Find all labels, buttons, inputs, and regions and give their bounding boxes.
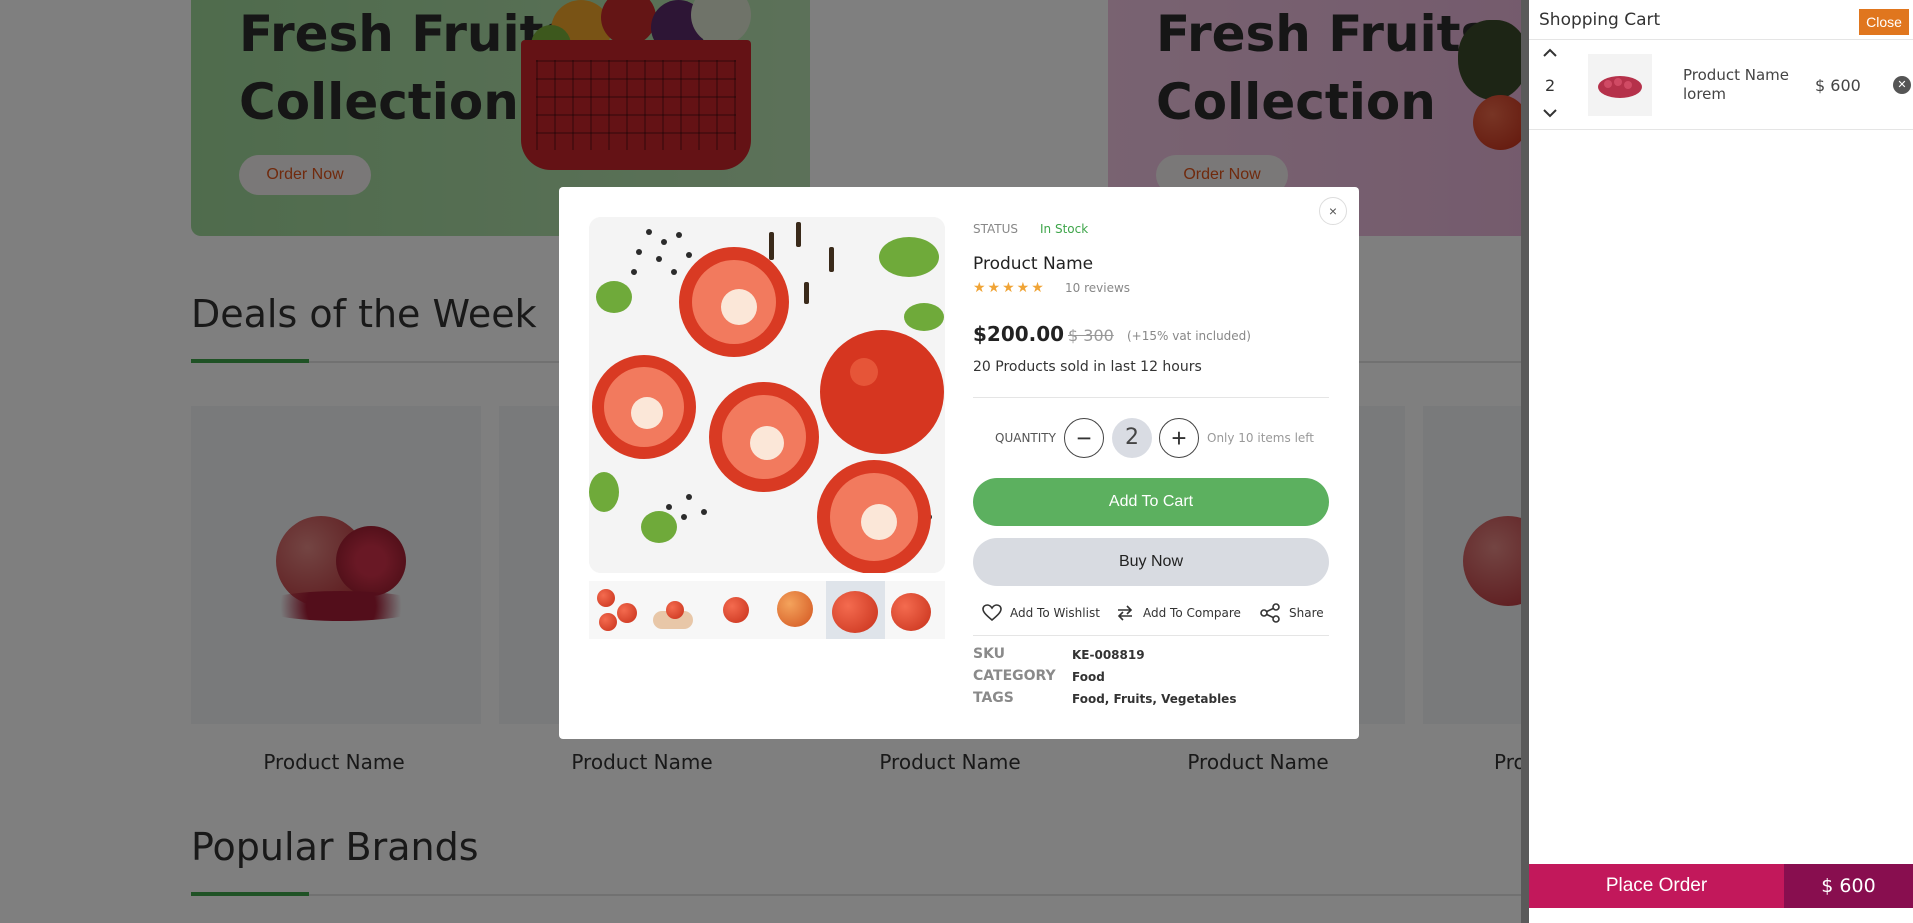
category-value[interactable]: Food (1072, 670, 1105, 684)
category-label: CATEGORY (973, 668, 1056, 684)
thumbnail-selected[interactable] (826, 581, 886, 639)
remove-item-icon[interactable]: ✕ (1893, 76, 1911, 94)
shopping-cart-panel: Shopping Cart Close 2 Product Name lorem… (1521, 0, 1913, 923)
original-price: $ 300 (1068, 326, 1114, 345)
buy-now-button[interactable]: Buy Now (973, 538, 1329, 586)
wishlist-label: Add To Wishlist (1010, 606, 1100, 620)
increase-quantity-button[interactable]: + (1159, 418, 1199, 458)
compare-label: Add To Compare (1143, 606, 1241, 620)
divider (973, 397, 1329, 398)
sku-value: KE-008819 (1072, 648, 1145, 662)
stock-remaining: Only 10 items left (1207, 431, 1314, 445)
thumbnail[interactable] (707, 581, 767, 639)
cart-item-name: Product Name lorem (1683, 66, 1789, 103)
tags-label: TAGS (973, 690, 1014, 706)
status-label: STATUS (973, 222, 1019, 236)
cart-item-thumbnail (1588, 54, 1652, 116)
quantity-value[interactable]: 2 (1112, 418, 1152, 458)
divider (973, 635, 1329, 636)
chevron-up-icon[interactable] (1543, 46, 1557, 62)
reviews-link[interactable]: 10 reviews (1065, 281, 1130, 295)
cart-close-button[interactable]: Close (1859, 9, 1909, 35)
product-main-image[interactable] (589, 217, 945, 573)
current-price: $200.00 (973, 322, 1065, 346)
thumbnail[interactable] (648, 581, 708, 639)
quantity-label: QUANTITY (995, 431, 1056, 445)
thumbnail[interactable] (589, 581, 649, 639)
heart-icon (982, 604, 1002, 622)
compare-arrows-icon (1117, 605, 1133, 621)
chevron-down-icon[interactable] (1543, 106, 1557, 122)
share-icon (1260, 603, 1280, 623)
cart-title: Shopping Cart (1539, 10, 1661, 30)
sku-label: SKU (973, 646, 1006, 662)
close-icon[interactable]: × (1319, 197, 1347, 225)
share-button[interactable]: Share (1259, 601, 1324, 625)
cart-item-quantity: 2 (1545, 76, 1556, 95)
rating-stars: ★★★★★ (973, 280, 1046, 296)
product-quick-view-modal: × STATUS In Stock Product Name ★★★★★ 10 … (559, 187, 1359, 739)
thumbnail[interactable] (766, 581, 827, 639)
add-to-wishlist-button[interactable]: Add To Wishlist (982, 601, 1100, 625)
stock-status: In Stock (1040, 222, 1089, 236)
add-to-cart-button[interactable]: Add To Cart (973, 478, 1329, 526)
cart-item: 2 Product Name lorem $ 600 ✕ (1529, 40, 1913, 130)
decrease-quantity-button[interactable]: − (1064, 418, 1104, 458)
place-order-button[interactable]: Place Order (1529, 864, 1784, 908)
sold-count: 20 Products sold in last 12 hours (973, 359, 1202, 375)
thumbnail[interactable] (885, 581, 945, 639)
tomatoes-image (589, 217, 945, 573)
vat-note: (+15% vat included) (1127, 329, 1251, 343)
cart-header: Shopping Cart Close (1529, 0, 1913, 40)
order-total: $ 600 (1784, 864, 1913, 908)
tags-value[interactable]: Food, Fruits, Vegetables (1072, 692, 1236, 706)
thumbnail-strip (589, 581, 945, 639)
cart-item-price: $ 600 (1815, 76, 1861, 95)
product-title: Product Name (973, 254, 1094, 274)
add-to-compare-button[interactable]: Add To Compare (1115, 601, 1241, 625)
share-label: Share (1289, 606, 1324, 620)
